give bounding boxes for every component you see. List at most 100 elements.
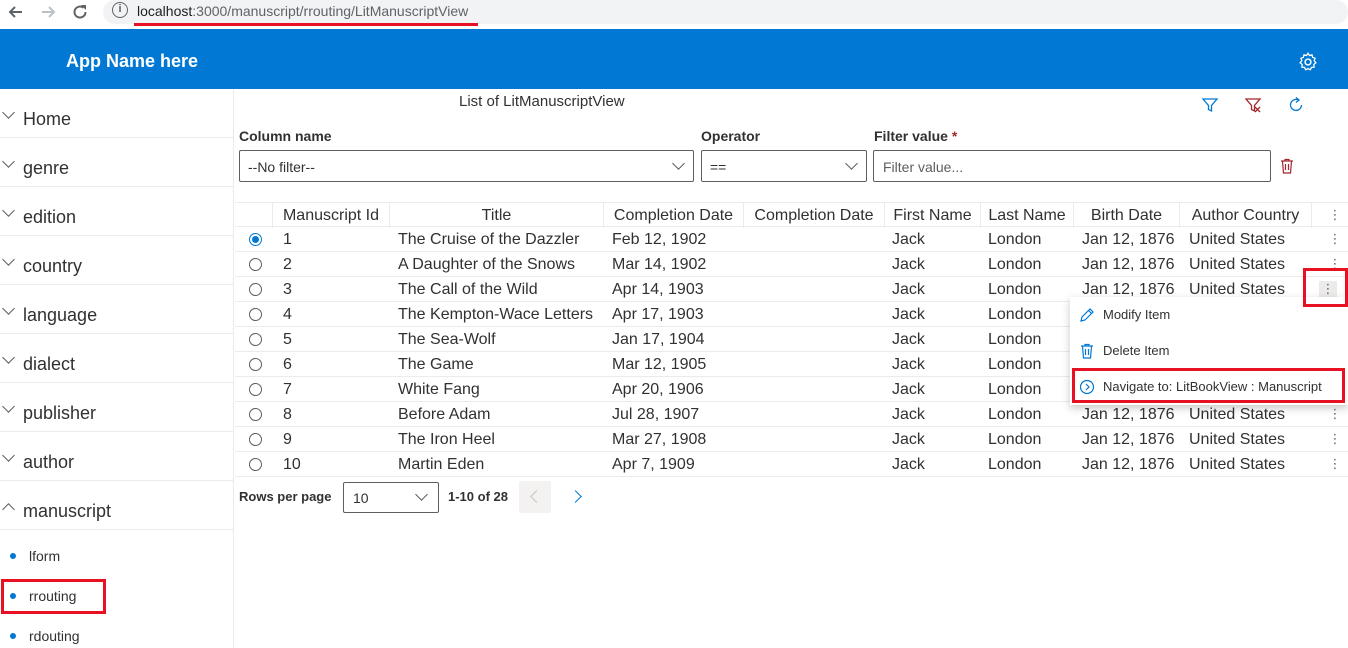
- highlight-box-row-menu: [1303, 268, 1348, 307]
- table-cell-first: Jack: [892, 306, 925, 323]
- trash-icon: [1078, 342, 1096, 360]
- row-select-radio[interactable]: [249, 408, 262, 421]
- sidebar-item-manuscript[interactable]: manuscript: [0, 481, 233, 530]
- column-header[interactable]: Last Name: [981, 203, 1074, 228]
- trash-icon[interactable]: [1280, 158, 1294, 174]
- gear-icon[interactable]: [1297, 51, 1319, 73]
- chevron-left-icon: [530, 490, 543, 503]
- sidebar-item-home[interactable]: Home: [0, 89, 233, 138]
- sidebar-subitem-label: rdouting: [29, 628, 80, 644]
- table-cell-birth: Jan 12, 1876: [1082, 256, 1175, 273]
- row-select-radio[interactable]: [249, 383, 262, 396]
- sidebar-item-country[interactable]: country: [0, 236, 233, 285]
- arrow-left-icon[interactable]: [6, 3, 26, 23]
- sidebar-item-label: dialect: [23, 354, 76, 374]
- sidebar-subitem-rdouting[interactable]: rdouting: [0, 616, 233, 648]
- table-row[interactable]: 2 A Daughter of the Snows Mar 14, 1902 Jack…: [235, 252, 1348, 277]
- sidebar-item-dialect[interactable]: dialect: [0, 334, 233, 383]
- table-cell-title: The Game: [398, 356, 474, 373]
- table-cell-last: London: [988, 356, 1042, 373]
- table-cell-cdate2: [752, 277, 885, 302]
- operator-dropdown[interactable]: ==: [701, 150, 867, 182]
- next-page-button[interactable]: [562, 481, 594, 513]
- pagination-range: 1-10 of 28: [448, 489, 508, 504]
- sidebar-item-label: Home: [23, 109, 72, 129]
- table-row[interactable]: 8 Before Adam Jul 28, 1907 Jack London Jan 12…: [235, 402, 1348, 427]
- table-cell-id: 5: [283, 331, 292, 348]
- chevron-down-icon: [2, 449, 15, 462]
- refresh-icon[interactable]: [1287, 96, 1305, 114]
- row-more-icon[interactable]: ⋮: [1328, 406, 1342, 423]
- table-cell-cdate2: [752, 402, 885, 427]
- row-more-icon[interactable]: ⋮: [1328, 456, 1342, 473]
- chevron-right-icon: [569, 490, 582, 503]
- table-cell-last: London: [988, 306, 1042, 323]
- filter-icon[interactable]: [1201, 96, 1219, 114]
- table-cell-id: 7: [283, 381, 292, 398]
- table-cell-cdate2: [752, 452, 885, 477]
- chevron-down-icon: [672, 157, 685, 170]
- previous-page-button[interactable]: [519, 481, 551, 513]
- clear-filter-icon[interactable]: [1244, 96, 1262, 114]
- bullet-icon: [10, 553, 16, 559]
- table-cell-id: 2: [283, 256, 292, 273]
- column-header[interactable]: Completion Date: [604, 203, 744, 228]
- row-more-icon[interactable]: ⋮: [1328, 231, 1342, 248]
- row-select-radio[interactable]: [249, 358, 262, 371]
- address-bar[interactable]: i localhost:3000/manuscript/rrouting/Lit…: [103, 0, 1348, 24]
- row-select-radio[interactable]: [249, 433, 262, 446]
- sidebar-subitem-lform[interactable]: lform: [0, 536, 233, 576]
- row-select-radio[interactable]: [249, 308, 262, 321]
- rows-per-page-dropdown[interactable]: 10: [343, 482, 439, 513]
- table-row[interactable]: 10 Martin Eden Apr 7, 1909 Jack London Jan 12…: [235, 452, 1348, 477]
- url-highlight: [134, 23, 478, 26]
- column-header[interactable]: First Name: [885, 203, 981, 228]
- browser-toolbar: i localhost:3000/manuscript/rrouting/Lit…: [0, 0, 1348, 28]
- row-select-radio[interactable]: [249, 233, 262, 246]
- column-header[interactable]: Title: [390, 203, 604, 228]
- sidebar-subitem-label: lform: [29, 548, 61, 564]
- sidebar-item-author[interactable]: author: [0, 432, 233, 481]
- column-header[interactable]: Birth Date: [1074, 203, 1180, 228]
- sidebar-item-publisher[interactable]: publisher: [0, 383, 233, 432]
- bullet-icon: [10, 633, 16, 639]
- table-cell-first: Jack: [892, 456, 925, 473]
- column-header[interactable]: Author Country: [1180, 203, 1312, 228]
- table-cell-cdate2: [752, 252, 885, 277]
- sidebar-item-language[interactable]: language: [0, 285, 233, 334]
- row-select-radio[interactable]: [249, 258, 262, 271]
- table-row[interactable]: 9 The Iron Heel Mar 27, 1908 Jack London Jan …: [235, 427, 1348, 452]
- reload-icon[interactable]: [70, 3, 90, 23]
- table-cell-first: Jack: [892, 331, 925, 348]
- table-cell-cdate: Feb 12, 1902: [612, 231, 707, 248]
- sidebar-item-edition[interactable]: edition: [0, 187, 233, 236]
- table-row[interactable]: 1 The Cruise of the Dazzler Feb 12, 1902 Ja…: [235, 227, 1348, 252]
- row-select-radio[interactable]: [249, 333, 262, 346]
- table-cell-cdate2: [752, 302, 885, 327]
- column-header[interactable]: Completion Date: [744, 203, 885, 228]
- chevron-down-icon: [2, 106, 15, 119]
- chevron-down-icon: [2, 302, 15, 315]
- table-cell-cdate2: [752, 227, 885, 252]
- sidebar-item-label: country: [23, 256, 83, 276]
- row-select-radio[interactable]: [249, 458, 262, 471]
- column-header[interactable]: Manuscript Id: [273, 203, 390, 228]
- sidebar: Home genre edition country language dial…: [0, 89, 234, 648]
- column-name-dropdown[interactable]: --No filter--: [239, 150, 694, 182]
- table-cell-birth: Jan 12, 1876: [1082, 231, 1175, 248]
- info-icon[interactable]: i: [112, 2, 128, 18]
- table-cell-last: London: [988, 456, 1042, 473]
- table-cell-cdate: Jul 28, 1907: [612, 406, 700, 423]
- row-select-radio[interactable]: [249, 283, 262, 296]
- row-more-icon[interactable]: ⋮: [1328, 431, 1342, 448]
- table-cell-birth: Jan 12, 1876: [1082, 456, 1175, 473]
- filter-value-input[interactable]: Filter value...: [873, 150, 1271, 182]
- menu-item-delete[interactable]: Delete Item: [1070, 333, 1348, 369]
- app-title: App Name here: [66, 51, 199, 71]
- table-cell-last: London: [988, 281, 1042, 298]
- more-icon[interactable]: ⋮: [1328, 207, 1342, 224]
- table-cell-title: The Cruise of the Dazzler: [398, 231, 580, 248]
- sidebar-item-genre[interactable]: genre: [0, 138, 233, 187]
- arrow-right-icon[interactable]: [38, 3, 58, 23]
- table-cell-last: London: [988, 431, 1042, 448]
